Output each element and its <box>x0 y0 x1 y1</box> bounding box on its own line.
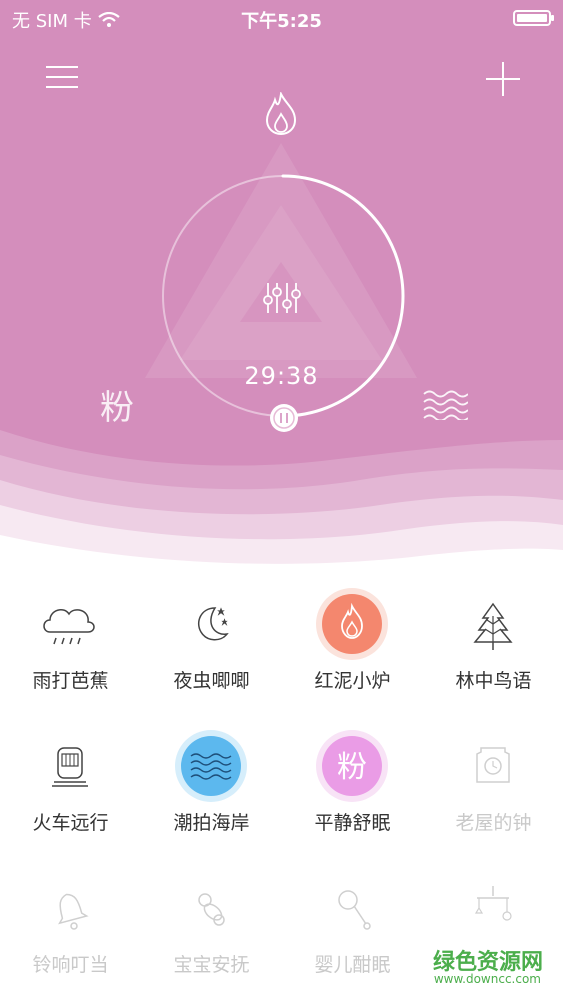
status-time: 下午5:25 <box>241 11 322 32</box>
watermark-url: www.downcc.com <box>433 972 541 986</box>
add-icon[interactable] <box>484 60 522 98</box>
clock-icon <box>476 747 510 783</box>
pine-tree-icon <box>473 602 513 650</box>
menu-icon[interactable] <box>44 62 80 92</box>
pacifier-icon <box>198 893 225 926</box>
sound-item-old-clock[interactable]: 老屋的钟 <box>423 722 563 852</box>
sound-label: 夜虫唧唧 <box>173 670 250 692</box>
waves-icon[interactable] <box>422 388 468 420</box>
sound-item-bell[interactable]: 铃响叮当 <box>0 864 141 994</box>
waves-icon <box>175 730 247 802</box>
moon-stars-icon <box>197 607 229 641</box>
sound-label: 红泥小炉 <box>314 670 391 692</box>
player-panel: 无 SIM 卡 下午5:25 粉 29:38 <box>0 0 563 580</box>
train-icon <box>52 747 88 787</box>
sound-item-forest-birds[interactable]: 林中鸟语 <box>423 580 563 710</box>
rattle-icon <box>338 890 371 930</box>
cloud-rain-icon <box>43 609 95 645</box>
sound-item-stove[interactable]: 红泥小炉 <box>282 580 423 710</box>
sound-item-night-insects[interactable]: 夜虫唧唧 <box>141 580 282 710</box>
sound-label: 铃响叮当 <box>32 954 109 976</box>
sound-item-baby-sleep[interactable]: 婴儿酣眠 <box>282 864 423 994</box>
baby-mobile-icon <box>474 886 512 921</box>
sound-label: 婴儿酣眠 <box>314 954 391 976</box>
sound-label: 林中鸟语 <box>455 670 532 692</box>
sound-item-waves[interactable]: 潮拍海岸 <box>141 722 282 852</box>
timer-display: 29:38 <box>244 362 319 390</box>
battery-icon <box>513 10 554 26</box>
sound-label: 火车远行 <box>32 812 109 834</box>
flame-icon <box>316 588 388 660</box>
sound-label: 宝宝安抚 <box>173 954 250 976</box>
sound-label: 雨打芭蕉 <box>32 670 109 692</box>
sound-item-train[interactable]: 火车远行 <box>0 722 141 852</box>
sound-item-baby-soothe[interactable]: 宝宝安抚 <box>141 864 282 994</box>
bell-icon <box>58 893 89 930</box>
sound-item-calm-sleep[interactable]: 粉 平静舒眠 <box>282 722 423 852</box>
pause-button[interactable] <box>268 402 300 434</box>
sound-item-rain[interactable]: 雨打芭蕉 <box>0 580 141 710</box>
svg-text:粉: 粉 <box>337 750 367 785</box>
status-bar: 无 SIM 卡 下午5:25 <box>0 0 563 36</box>
mixer-icon[interactable] <box>262 280 302 316</box>
sound-label: 平静舒眠 <box>314 812 391 834</box>
fen-character-icon: 粉 <box>316 730 388 802</box>
sound-label: 老屋的钟 <box>455 812 532 834</box>
sound-label: 潮拍海岸 <box>173 812 250 834</box>
current-sound-flame-icon <box>265 92 297 136</box>
